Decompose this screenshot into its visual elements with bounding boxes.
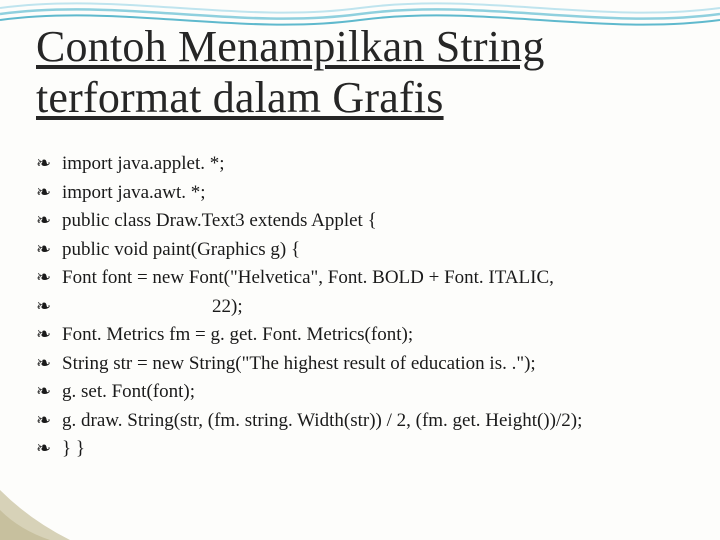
code-list: ❧ import java.applet. *; ❧ import java.awt.…: [36, 150, 690, 464]
decorative-corner-bl: [0, 460, 110, 540]
bullet-glyph: ❧: [36, 207, 51, 233]
code-continuation: 22);: [62, 293, 690, 321]
bullet-glyph: ❧: [36, 150, 51, 176]
bullet-glyph: ❧: [36, 435, 51, 461]
bullet-glyph: ❧: [36, 179, 51, 205]
slide-title: Contoh Menampilkan String terformat dala…: [36, 22, 680, 123]
code-text: } }: [62, 438, 85, 459]
code-line: ❧ } }: [36, 435, 690, 463]
bullet-glyph: ❧: [36, 378, 51, 404]
code-line: ❧ public class Draw.Text3 extends Applet …: [36, 207, 690, 235]
bullet-glyph: ❧: [36, 350, 51, 376]
code-line: ❧ 22);: [36, 293, 690, 321]
code-text: import java.applet. *;: [62, 153, 225, 174]
bullet-glyph: ❧: [36, 293, 51, 319]
code-line: ❧ Font. Metrics fm = g. get. Font. Metric…: [36, 321, 690, 349]
code-line: ❧ String str = new String("The highest re…: [36, 350, 690, 378]
bullet-glyph: ❧: [36, 321, 51, 347]
code-text: Font font = new Font("Helvetica", Font. …: [62, 267, 554, 288]
code-text: public class Draw.Text3 extends Applet {: [62, 210, 377, 231]
code-line: ❧ Font font = new Font("Helvetica", Font.…: [36, 264, 690, 292]
code-text: Font. Metrics fm = g. get. Font. Metrics…: [62, 324, 413, 345]
code-line: ❧ import java.applet. *;: [36, 150, 690, 178]
code-line: ❧ public void paint(Graphics g) {: [36, 236, 690, 264]
code-line: ❧ import java.awt. *;: [36, 179, 690, 207]
bullet-glyph: ❧: [36, 236, 51, 262]
bullet-glyph: ❧: [36, 264, 51, 290]
bullet-glyph: ❧: [36, 407, 51, 433]
code-text: g. set. Font(font);: [62, 381, 195, 402]
code-text: import java.awt. *;: [62, 182, 206, 203]
code-text: g. draw. String(str, (fm. string. Width(…: [62, 410, 582, 431]
code-text: public void paint(Graphics g) {: [62, 239, 300, 260]
code-line: ❧ g. set. Font(font);: [36, 378, 690, 406]
code-line: ❧ g. draw. String(str, (fm. string. Width…: [36, 407, 690, 435]
code-text: String str = new String("The highest res…: [62, 353, 536, 374]
